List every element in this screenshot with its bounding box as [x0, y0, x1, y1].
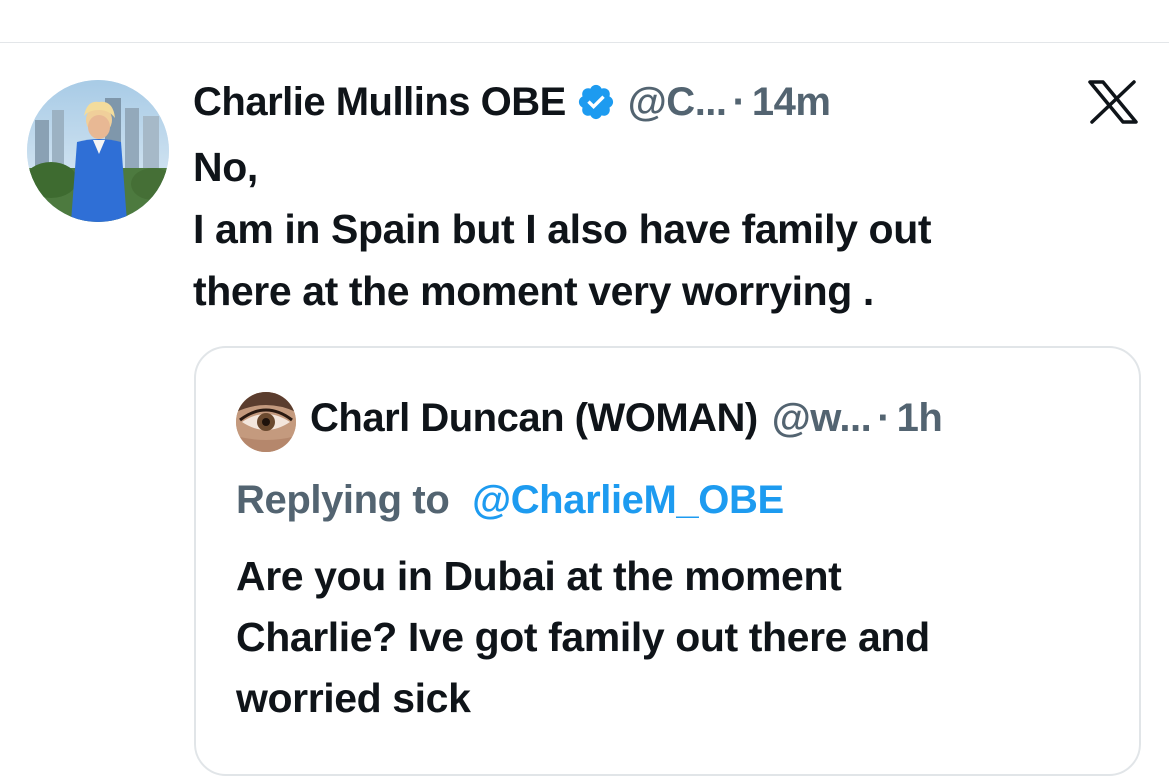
replying-to-mention-link[interactable]: @CharlieM_OBE: [472, 478, 784, 522]
tweet-text-line: there at the moment very worrying .: [193, 268, 874, 314]
separator-dot: ·: [732, 80, 746, 124]
quoted-text-line: worried sick: [236, 675, 471, 721]
replying-to-label: Replying to: [236, 478, 450, 522]
quoted-timestamp[interactable]: 1h: [897, 388, 943, 448]
quoted-separator-dot: ·: [877, 396, 891, 440]
quoted-display-name[interactable]: Charl Duncan (WOMAN): [310, 388, 758, 448]
author-handle[interactable]: @C...: [628, 72, 727, 132]
display-name[interactable]: Charlie Mullins OBE: [193, 72, 566, 132]
tweet-text: No, I am in Spain but I also have family…: [193, 136, 1133, 322]
quoted-tweet-card[interactable]: Charl Duncan (WOMAN) @w... · 1h Replying…: [194, 346, 1141, 776]
replying-to-line: Replying to @CharlieM_OBE: [236, 468, 784, 532]
avatar-image: [27, 80, 169, 222]
tweet-text-line: No,: [193, 144, 258, 190]
avatar[interactable]: [27, 80, 169, 222]
verified-badge-icon: [576, 82, 616, 122]
x-logo-icon: [1088, 80, 1138, 124]
quoted-text-line: Charlie? Ive got family out there and: [236, 614, 930, 660]
quoted-tweet-header: Charl Duncan (WOMAN) @w... · 1h: [310, 388, 943, 448]
quoted-avatar[interactable]: [236, 392, 296, 452]
tweet-text-line: I am in Spain but I also have family out: [193, 206, 932, 252]
quoted-author-handle[interactable]: @w...: [772, 388, 872, 448]
tweet-header: Charlie Mullins OBE @C... · 14m: [193, 72, 831, 132]
quoted-text-line: Are you in Dubai at the moment: [236, 553, 842, 599]
quoted-avatar-image: [236, 392, 296, 452]
quoted-tweet-text: Are you in Dubai at the moment Charlie? …: [236, 546, 1126, 729]
timestamp[interactable]: 14m: [752, 72, 831, 132]
top-divider: [0, 42, 1169, 43]
